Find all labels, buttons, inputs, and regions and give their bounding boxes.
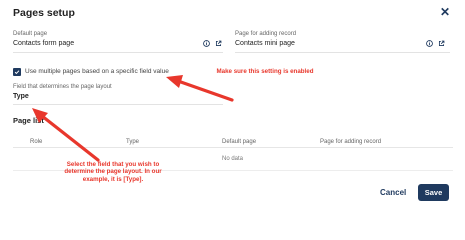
- page-list-title: Page list: [13, 116, 44, 125]
- arrow-to-checkbox: [166, 75, 234, 102]
- default-page-underline: [13, 52, 223, 53]
- default-page-value[interactable]: Contacts form page: [13, 40, 74, 47]
- layout-field-value[interactable]: Type: [13, 93, 29, 100]
- save-button[interactable]: Save: [418, 184, 449, 201]
- annotation-select-field: Select the field that you wish to determ…: [64, 161, 162, 183]
- layout-field-label: Field that determines the page layout: [13, 84, 112, 90]
- info-icon[interactable]: [203, 40, 210, 47]
- adding-page-underline: [235, 52, 450, 53]
- pages-setup-dialog: Pages setup ✕ Default page Contacts form…: [0, 0, 465, 213]
- column-header-type: Type: [126, 139, 140, 145]
- multiple-pages-checkbox[interactable]: [13, 68, 21, 76]
- close-icon[interactable]: ✕: [440, 5, 450, 19]
- layout-field-underline: [13, 104, 223, 105]
- column-header-adding-page: Page for adding record: [320, 139, 382, 145]
- adding-page-label: Page for adding record: [235, 31, 297, 37]
- multiple-pages-label: Use multiple pages based on a specific f…: [25, 68, 169, 75]
- annotation-enable-setting: Make sure this setting is enabled: [216, 68, 314, 75]
- open-external-icon[interactable]: [438, 40, 445, 47]
- column-header-role: Role: [30, 139, 43, 145]
- table-header-divider: [13, 147, 453, 148]
- open-external-icon[interactable]: [215, 40, 222, 47]
- default-page-label: Default page: [13, 31, 48, 37]
- dialog-title: Pages setup: [13, 7, 75, 19]
- adding-page-value[interactable]: Contacts mini page: [235, 40, 295, 47]
- checkmark-icon: [14, 70, 20, 75]
- info-icon[interactable]: [426, 40, 433, 47]
- cancel-button[interactable]: Cancel: [380, 188, 406, 197]
- column-header-default-page: Default page: [222, 139, 257, 145]
